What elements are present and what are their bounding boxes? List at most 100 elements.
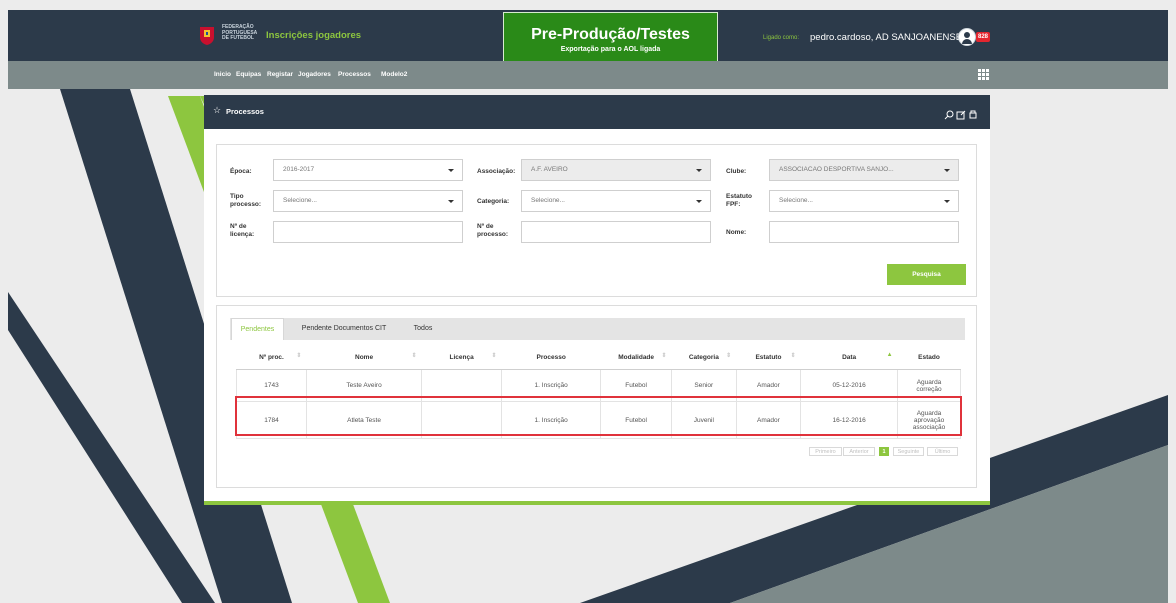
epoca-value: 2016-2017: [283, 166, 315, 173]
tab-pendente-documentos-cit[interactable]: Pendente Documentos CIT: [285, 318, 403, 340]
col-nome[interactable]: Nome ⇕: [306, 345, 422, 370]
notification-badge[interactable]: 828: [976, 32, 991, 42]
sort-icon: ⇕: [411, 353, 417, 359]
search-button[interactable]: Pesquisa: [887, 264, 966, 285]
categoria-select[interactable]: Selecione...: [521, 190, 711, 212]
nav-bar: [8, 61, 1168, 89]
associacao-value: A.F. AVEIRO: [531, 166, 568, 173]
nav-item-processos[interactable]: Processos: [338, 71, 371, 78]
estatuto-value: Selecione...: [779, 197, 813, 204]
processo-label-line2: processo:: [477, 230, 509, 238]
star-icon[interactable]: ☆: [213, 105, 221, 116]
col-estado[interactable]: Estado: [897, 345, 961, 370]
pagination-first[interactable]: Primeiro: [809, 447, 842, 456]
panel-title: Processos: [226, 107, 264, 116]
pagination-prev[interactable]: Anterior: [843, 447, 875, 456]
col-licenca-label: Licença: [449, 353, 474, 361]
col-proc-label: Nº proc.: [259, 353, 284, 361]
col-modalidade-label: Modalidade: [618, 353, 655, 361]
associacao-label: Associação:: [477, 168, 516, 175]
nome-label: Nome:: [726, 229, 747, 236]
nav-item-registar[interactable]: Registar: [267, 71, 293, 78]
col-categoria[interactable]: Categoria ⇕: [671, 345, 737, 370]
sort-icon: ⇕: [661, 353, 667, 359]
chevron-down-icon: [696, 200, 702, 203]
processo-label-line1: Nº de: [477, 223, 494, 230]
print-icon[interactable]: [968, 110, 978, 120]
environment-subtitle: Exportação para o AOL ligada: [560, 46, 661, 53]
estado-line1: Aguarda: [916, 378, 942, 386]
nav-item-modelo2[interactable]: Modelo2: [381, 71, 407, 78]
avatar[interactable]: [958, 28, 976, 46]
licenca-label: Nº de licença:: [230, 223, 254, 238]
clube-label: Clube:: [726, 168, 747, 175]
col-estatuto[interactable]: Estatuto ⇕: [736, 345, 801, 370]
tab-pendentes[interactable]: Pendentes: [231, 318, 284, 340]
federation-name: FEDERAÇÃO PORTUGUESA DE FUTEBOL: [222, 24, 258, 41]
col-estatuto-label: Estatuto: [755, 353, 782, 361]
sort-icon: ⇕: [726, 353, 732, 359]
licenca-label-line1: Nº de: [230, 223, 247, 230]
estado-line2: correção: [916, 385, 942, 393]
panel-bottom-accent: [204, 501, 990, 505]
estatuto-select[interactable]: Selecione...: [769, 190, 959, 212]
tipo-label-line1: Tipo: [230, 193, 244, 200]
categoria-value: Selecione...: [531, 197, 565, 204]
nav-item-equipas[interactable]: Equipas: [236, 71, 261, 78]
col-proc[interactable]: Nº proc. ⇕: [236, 345, 307, 370]
sort-asc-icon: ▲: [886, 352, 893, 358]
sort-icon: ⇕: [790, 353, 796, 359]
pagination-current[interactable]: 1: [879, 447, 889, 456]
estatuto-label-line1: Estatuto: [726, 193, 752, 200]
licenca-label-line2: licença:: [230, 230, 255, 238]
panel-header: [204, 95, 990, 129]
chevron-down-icon: [944, 169, 950, 172]
col-licenca[interactable]: Licença ⇕: [421, 345, 502, 370]
chevron-down-icon: [448, 200, 454, 203]
pagination-last[interactable]: Último: [927, 447, 958, 456]
epoca-select[interactable]: 2016-2017: [273, 159, 463, 181]
nome-input[interactable]: [769, 221, 959, 243]
environment-title: Pre-Produção/Testes: [531, 26, 690, 43]
logged-label: Ligado como:: [763, 35, 800, 41]
apps-grid-icon[interactable]: [978, 69, 989, 80]
col-data[interactable]: Data ▲: [800, 345, 898, 370]
col-modalidade[interactable]: Modalidade ⇕: [600, 345, 672, 370]
app-title[interactable]: Inscrições jogadores: [266, 30, 361, 41]
chevron-down-icon: [944, 200, 950, 203]
categoria-label: Categoria:: [477, 198, 510, 205]
chevron-down-icon: [448, 169, 454, 172]
export-icon[interactable]: [956, 110, 966, 120]
tipo-processo-select[interactable]: Selecione...: [273, 190, 463, 212]
clube-value: ASSOCIACAO DESPORTIVA SANJO...: [779, 166, 894, 173]
tipo-value: Selecione...: [283, 197, 317, 204]
tipo-label-line2: processo:: [230, 200, 262, 208]
col-processo[interactable]: Processo: [501, 345, 601, 370]
epoca-label: Época:: [230, 168, 252, 175]
col-processo-label: Processo: [536, 353, 566, 361]
col-categoria-label: Categoria: [688, 353, 719, 361]
nav-item-inicio[interactable]: Inicio: [214, 71, 231, 78]
processo-input[interactable]: [521, 221, 711, 243]
fpf-logo-icon: [200, 27, 214, 45]
tab-todos[interactable]: Todos: [404, 318, 442, 340]
search-icon[interactable]: [944, 110, 954, 120]
nav-item-jogadores[interactable]: Jogadores: [298, 71, 331, 78]
licenca-input[interactable]: [273, 221, 463, 243]
col-data-label: Data: [842, 353, 857, 361]
row-highlight-annotation: [235, 396, 962, 436]
clube-select[interactable]: ASSOCIACAO DESPORTIVA SANJO...: [769, 159, 959, 181]
sort-icon: ⇕: [296, 353, 302, 359]
chevron-down-icon: [696, 169, 702, 172]
estatuto-label: Estatuto FPF:: [726, 193, 752, 208]
col-nome-label: Nome: [355, 353, 374, 361]
table-header-row: Nº proc. ⇕ Nome ⇕ Licença ⇕ Processo Modali…: [236, 345, 961, 370]
sort-icon: ⇕: [491, 353, 497, 359]
estatuto-label-line2: FPF:: [726, 200, 741, 208]
processo-label: Nº de processo:: [477, 223, 508, 238]
associacao-select[interactable]: A.F. AVEIRO: [521, 159, 711, 181]
logged-user[interactable]: pedro.cardoso, AD SANJOANENSE: [810, 32, 962, 43]
pagination-next[interactable]: Seguinte: [893, 447, 924, 456]
col-estado-label: Estado: [918, 353, 940, 361]
tipo-processo-label: Tipo processo:: [230, 193, 261, 208]
